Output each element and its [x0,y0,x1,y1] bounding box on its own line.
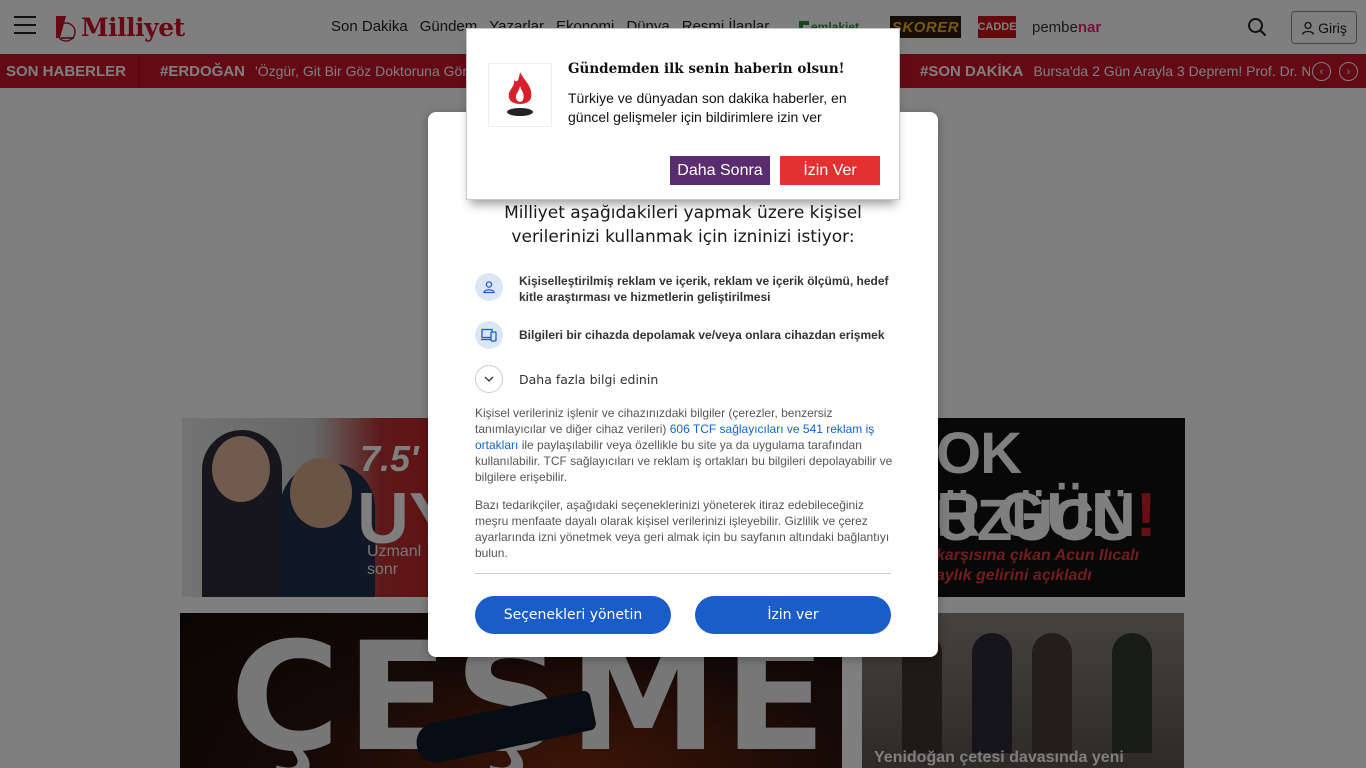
allow-button[interactable]: İzin Ver [780,156,880,185]
consent-paragraph: Kişisel verileriniz işlenir ve cihazınız… [475,406,893,484]
push-body: Türkiye ve dünyadan son dakika haberler,… [568,90,847,125]
manage-options-button[interactable]: Seçenekleri yönetin [475,596,671,634]
push-notification-prompt: Gündemden ilk senin haberin olsun! Türki… [466,28,900,200]
divider [475,573,891,574]
consent-title: Milliyet aşağıdakileri yapmak üzere kişi… [504,203,862,247]
more-info-toggle[interactable]: Daha fazla bilgi edinin [475,365,658,393]
consent-purpose: Kişiselleştirilmiş reklam ve içerik, rek… [475,273,895,305]
flame-logo-icon [488,63,552,127]
push-title: Gündemden ilk senin haberin olsun! [568,61,845,77]
chevron-down-icon [475,365,503,393]
consent-paragraph: Bazı tedarikçiler, aşağıdaki seçenekleri… [475,498,890,560]
consent-purpose: Bilgileri bir cihazda depolamak ve/veya … [475,321,895,349]
later-button[interactable]: Daha Sonra [670,156,770,185]
devices-icon [475,321,503,349]
consent-accept-button[interactable]: İzin ver [695,596,891,634]
person-icon [475,273,503,301]
